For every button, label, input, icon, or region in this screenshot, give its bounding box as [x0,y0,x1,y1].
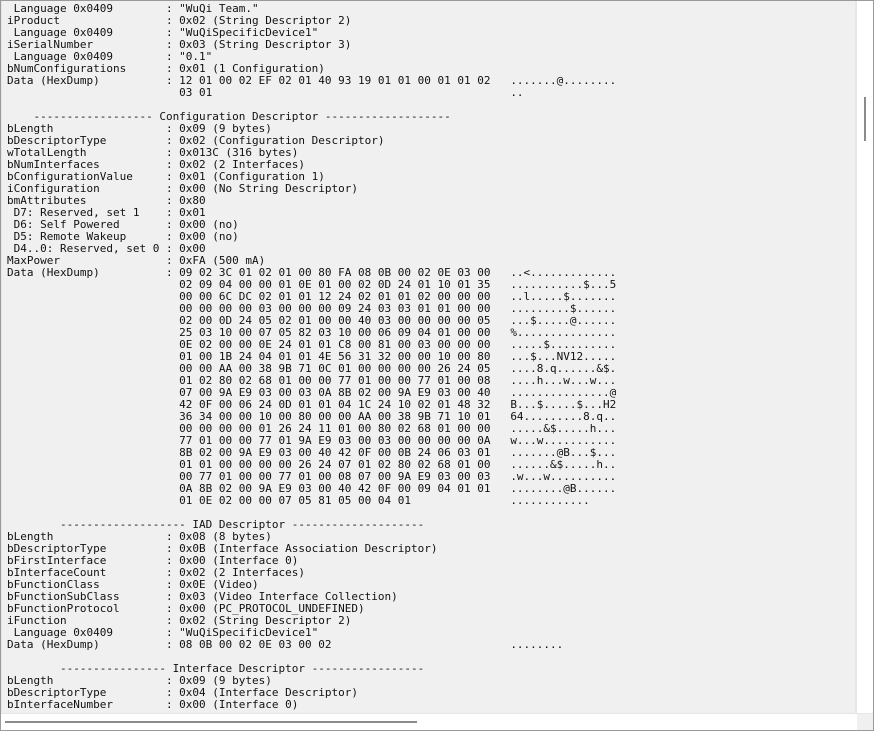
horizontal-scrollbar[interactable] [1,714,857,730]
usb-descriptor-dump: Language 0x0409 : "WuQi Team." iProduct … [7,2,617,711]
vertical-scrollbar[interactable] [857,1,873,713]
descriptor-text-area[interactable]: Language 0x0409 : "WuQi Team." iProduct … [2,1,855,713]
descriptor-viewer-pane: Language 0x0409 : "WuQi Team." iProduct … [0,0,874,731]
vertical-scrollbar-thumb[interactable] [864,97,866,141]
scrollbar-corner [857,714,873,730]
horizontal-scrollbar-thumb[interactable] [5,721,417,723]
